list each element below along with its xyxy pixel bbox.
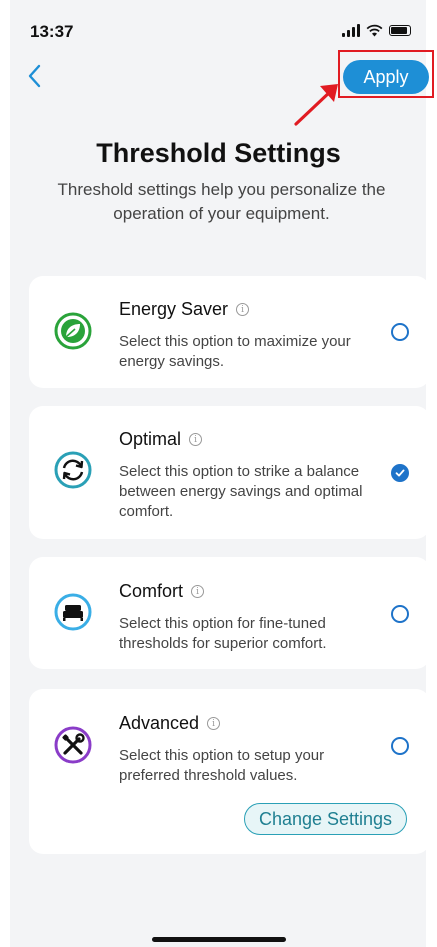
option-description-advanced: Select this option to setup your preferr… [119, 747, 325, 784]
bed-icon [54, 593, 92, 631]
radio-comfort[interactable] [391, 605, 409, 623]
wifi-icon [366, 24, 383, 37]
status-icons [342, 24, 411, 37]
option-card-optimal[interactable]: Optimal i Select this option to strike a… [29, 406, 430, 539]
option-description-optimal: Select this option to strike a balance b… [119, 463, 363, 520]
option-card-advanced[interactable]: Advanced i Select this option to setup y… [29, 689, 430, 854]
home-indicator[interactable] [152, 937, 286, 942]
annotation-arrow-icon [294, 84, 338, 126]
signal-icon [342, 24, 360, 37]
page-subtitle: Threshold settings help you personalize … [57, 180, 386, 223]
radio-energy-saver[interactable] [391, 323, 409, 341]
checkmark-icon [395, 469, 405, 477]
tools-icon [54, 726, 92, 764]
option-title-energy-saver: Energy Saver i [119, 299, 250, 320]
leaf-icon [54, 312, 92, 350]
option-card-comfort[interactable]: Comfort i Select this option for fine-tu… [29, 557, 430, 669]
option-title-optimal: Optimal i [119, 429, 203, 450]
info-icon[interactable]: i [189, 433, 203, 446]
option-card-energy-saver[interactable]: Energy Saver i Select this option to max… [29, 276, 430, 388]
battery-icon [389, 25, 411, 36]
option-title-advanced: Advanced i [119, 713, 221, 734]
back-chevron-icon[interactable] [24, 62, 46, 90]
annotation-highlight-box [338, 50, 434, 98]
info-icon[interactable]: i [191, 585, 205, 598]
option-description-energy-saver: Select this option to maximize your ener… [119, 333, 351, 370]
cycle-arrows-icon [54, 451, 92, 489]
page-title: Threshold Settings [96, 138, 341, 168]
status-time: 13:37 [30, 22, 74, 41]
radio-advanced[interactable] [391, 737, 409, 755]
radio-optimal[interactable] [391, 464, 409, 482]
option-title-comfort: Comfort i [119, 581, 205, 602]
info-icon[interactable]: i [207, 717, 221, 730]
change-settings-button[interactable]: Change Settings [244, 803, 407, 835]
option-description-comfort: Select this option for fine-tuned thresh… [119, 615, 327, 652]
info-icon[interactable]: i [236, 303, 250, 316]
